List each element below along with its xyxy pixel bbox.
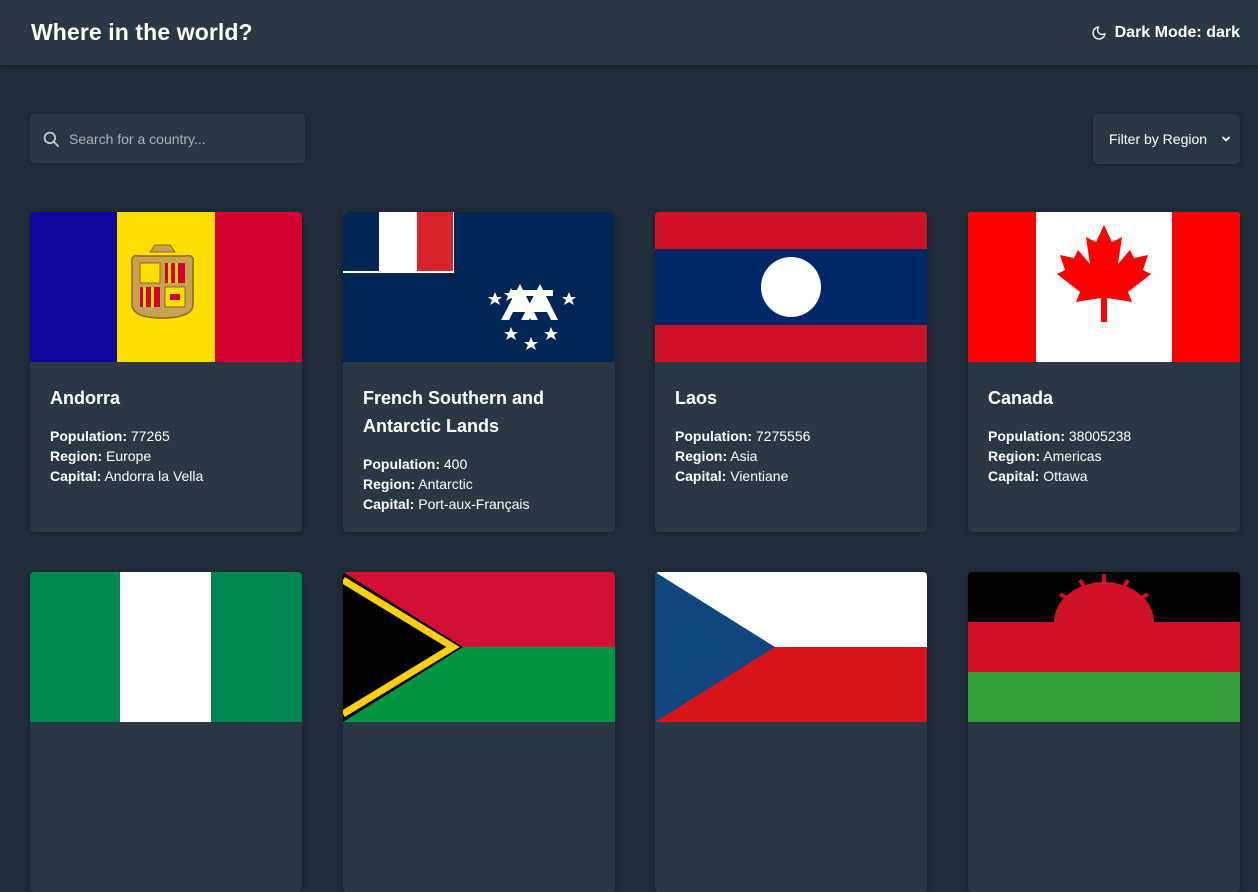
malawi-flag bbox=[968, 572, 1240, 722]
population-label: Population: bbox=[988, 428, 1065, 444]
country-card-body: French Southern and Antarctic Lands Popu… bbox=[343, 362, 615, 514]
capital-value: Port-aux-Français bbox=[418, 496, 530, 512]
region-stat: Region: Americas bbox=[988, 446, 1220, 466]
country-card-body: Laos Population: 7275556 Region: Asia Ca… bbox=[655, 362, 927, 486]
population-value: 77265 bbox=[130, 428, 170, 444]
moon-icon bbox=[1092, 25, 1106, 40]
population-stat: Population: 400 bbox=[363, 454, 595, 474]
capital-label: Capital: bbox=[363, 496, 415, 512]
region-label: Region: bbox=[50, 448, 103, 464]
region-filter-label: Filter by Region bbox=[1109, 131, 1208, 147]
andorra-flag bbox=[30, 212, 302, 362]
region-stat: Region: Asia bbox=[675, 446, 907, 466]
dark-mode-label: Dark Mode: dark bbox=[1114, 23, 1240, 41]
capital-stat: Capital: Andorra la Vella bbox=[50, 466, 282, 486]
population-stat: Population: 7275556 bbox=[675, 426, 907, 446]
region-label: Region: bbox=[363, 476, 416, 492]
region-filter-select[interactable]: Filter by Region bbox=[1093, 114, 1240, 164]
capital-value: Ottawa bbox=[1043, 468, 1088, 484]
country-card[interactable] bbox=[30, 572, 302, 892]
country-name: Canada bbox=[988, 388, 1054, 408]
country-card[interactable] bbox=[343, 572, 615, 892]
app-header: Where in the world? Dark Mode: dark bbox=[0, 0, 1258, 65]
country-card[interactable] bbox=[655, 572, 927, 892]
region-stat: Region: Europe bbox=[50, 446, 282, 466]
capital-stat: Capital: Ottawa bbox=[988, 466, 1220, 486]
population-value: 38005238 bbox=[1068, 428, 1132, 444]
capital-stat: Capital: Port-aux-Français bbox=[363, 494, 595, 514]
capital-label: Capital: bbox=[50, 468, 102, 484]
population-value: 7275556 bbox=[755, 428, 811, 444]
region-label: Region: bbox=[988, 448, 1041, 464]
country-card[interactable]: Laos Population: 7275556 Region: Asia Ca… bbox=[655, 212, 927, 532]
capital-label: Capital: bbox=[988, 468, 1040, 484]
capital-value: Vientiane bbox=[730, 468, 789, 484]
country-card[interactable] bbox=[968, 572, 1240, 892]
population-value: 400 bbox=[443, 456, 468, 472]
search-box bbox=[30, 114, 305, 163]
country-card[interactable]: Andorra Population: 77265 Region: Europe… bbox=[30, 212, 302, 532]
french-southern-lands-flag bbox=[343, 212, 615, 362]
capital-value: Andorra la Vella bbox=[104, 468, 204, 484]
region-value: Europe bbox=[106, 448, 152, 464]
region-value: Antarctic bbox=[418, 476, 473, 492]
capital-stat: Capital: Vientiane bbox=[675, 466, 907, 486]
population-label: Population: bbox=[675, 428, 752, 444]
region-label: Region: bbox=[675, 448, 728, 464]
population-stat: Population: 38005238 bbox=[988, 426, 1220, 446]
country-card-body: Canada Population: 38005238 Region: Amer… bbox=[968, 362, 1240, 486]
chevron-down-icon bbox=[1222, 136, 1230, 142]
vanuatu-flag bbox=[343, 572, 615, 722]
czechia-flag bbox=[655, 572, 927, 722]
country-name: French Southern and Antarctic Lands bbox=[363, 388, 545, 436]
country-name: Andorra bbox=[50, 388, 121, 408]
country-card-body: Andorra Population: 77265 Region: Europe… bbox=[30, 362, 302, 486]
population-label: Population: bbox=[50, 428, 127, 444]
country-card[interactable]: French Southern and Antarctic Lands Popu… bbox=[343, 212, 615, 532]
search-icon bbox=[43, 131, 60, 147]
country-name: Laos bbox=[675, 388, 718, 408]
dark-mode-toggle[interactable]: Dark Mode: dark bbox=[1091, 24, 1240, 42]
population-stat: Population: 77265 bbox=[50, 426, 282, 446]
laos-flag bbox=[655, 212, 927, 362]
nigeria-flag bbox=[30, 572, 302, 722]
country-card[interactable]: Canada Population: 38005238 Region: Amer… bbox=[968, 212, 1240, 532]
region-value: Asia bbox=[730, 448, 758, 464]
population-label: Population: bbox=[363, 456, 440, 472]
canada-flag bbox=[968, 212, 1240, 362]
page-title: Where in the world? bbox=[31, 19, 253, 45]
search-input[interactable] bbox=[69, 130, 289, 147]
capital-label: Capital: bbox=[675, 468, 727, 484]
region-value: Americas bbox=[1043, 448, 1102, 464]
region-stat: Region: Antarctic bbox=[363, 474, 595, 494]
